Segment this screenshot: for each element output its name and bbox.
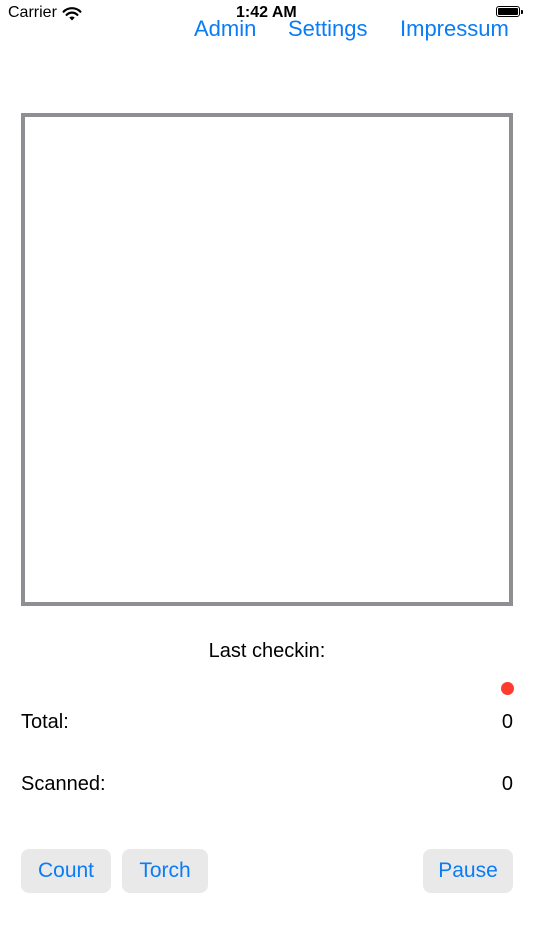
- total-value: 0: [501, 711, 513, 733]
- pause-button[interactable]: Pause: [423, 849, 513, 893]
- carrier-label: Carrier: [8, 4, 57, 21]
- scanned-label: Scanned:: [21, 773, 106, 795]
- status-indicator-dot: [501, 682, 514, 695]
- status-carrier: Carrier: [8, 4, 82, 22]
- scanned-value: 0: [501, 773, 513, 795]
- wifi-icon: [62, 6, 82, 21]
- settings-link[interactable]: Settings: [288, 16, 368, 42]
- torch-button[interactable]: Torch: [122, 849, 208, 893]
- count-button[interactable]: Count: [21, 849, 111, 893]
- admin-link[interactable]: Admin: [194, 16, 256, 42]
- impressum-link[interactable]: Impressum: [400, 16, 509, 42]
- total-label: Total:: [21, 711, 69, 733]
- last-checkin-label: Last checkin:: [208, 640, 326, 662]
- scanner-view: [21, 113, 513, 606]
